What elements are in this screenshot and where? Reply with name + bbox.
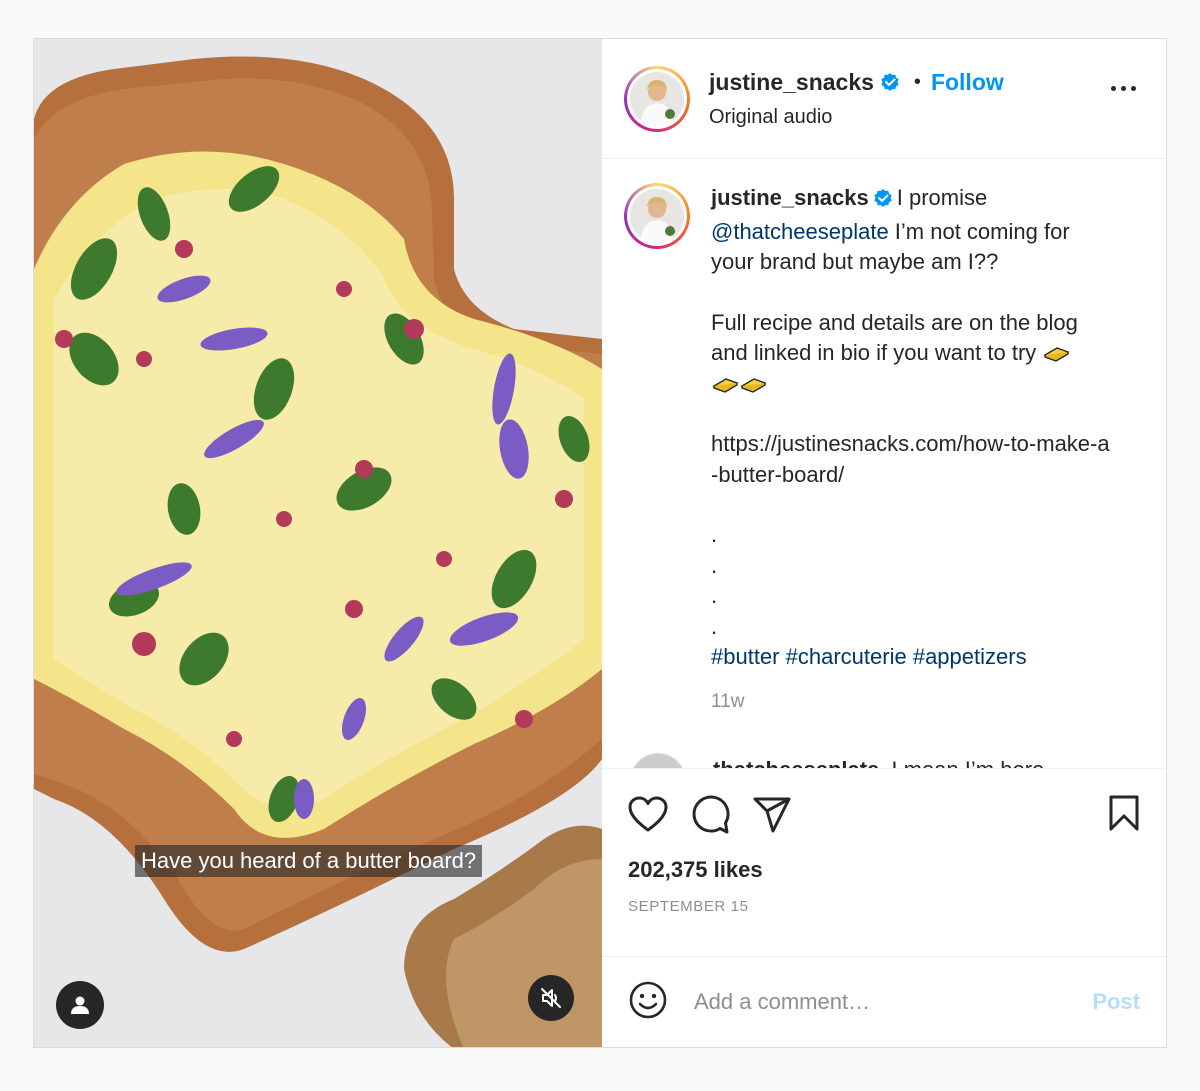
butter-emoji-icon [711,371,739,396]
user-tag-icon[interactable] [56,981,104,1029]
author-avatar[interactable] [624,65,690,132]
video-subtitle: Have you heard of a butter board? [135,845,483,877]
mute-button[interactable] [528,975,574,1021]
caption-dots: . . . . [711,522,718,639]
person-icon [71,996,89,1014]
verified-badge-icon [873,186,893,217]
bookmark-icon[interactable] [1108,795,1140,836]
post-date[interactable]: SEPTEMBER 15 [628,898,1144,915]
verified-badge-icon [880,72,900,92]
post-comment-button[interactable]: Post [1092,989,1140,1015]
post-caption: justine_snacks I promise @thatcheeseplat… [624,183,1144,717]
avatar-photo [630,189,684,243]
comment-text: I mean I’m here [891,757,1044,768]
more-options-icon[interactable] [1111,86,1136,91]
speaker-muted-icon [541,988,561,1008]
post-header: justine_snacks • Follow Original audio [602,39,1166,159]
comment-input[interactable] [692,988,1093,1016]
hashtag-link[interactable]: #butter [711,644,780,669]
comments-section[interactable]: justine_snacks I promise @thatcheeseplat… [602,159,1166,768]
caption-timestamp[interactable]: 11w [711,687,1111,718]
caption-text-1: I promise [896,185,988,210]
caption-link[interactable]: https://justinesnacks.com/how-to-make-a-… [711,429,1111,490]
post-card: Have you heard of a butter board? justin… [33,38,1167,1048]
hashtag-link[interactable]: #appetizers [913,644,1027,669]
likes-count[interactable]: 202,375 likes [628,857,1144,883]
emoji-smile-icon[interactable] [628,980,668,1025]
post-side-panel: justine_snacks • Follow Original audio j… [602,39,1166,1047]
audio-label[interactable]: Original audio [709,106,1004,129]
caption-mention[interactable]: @thatcheeseplate [711,219,889,244]
caption-hashtags: #butter #charcuterie #appetizers [711,642,1111,673]
butter-emoji-icon [1042,340,1071,365]
paper-plane-icon[interactable] [752,796,792,834]
avatar-photo [630,71,684,126]
action-bar: 202,375 likes SEPTEMBER 15 [602,768,1166,956]
follow-button[interactable]: Follow [931,69,1004,96]
commenter-username[interactable]: thatcheeseplate [713,757,879,768]
hashtag-link[interactable]: #charcuterie [786,644,907,669]
caption-username[interactable]: justine_snacks [711,185,869,210]
butter-board-image [34,39,602,1047]
header-separator: • [913,70,921,93]
commenter-avatar[interactable] [630,753,686,768]
add-comment-bar: Post [602,956,1166,1047]
butter-emoji-icon [739,371,767,396]
caption-text-3: Full recipe and details are on the blog … [711,309,1078,366]
post-video[interactable]: Have you heard of a butter board? [34,39,602,1047]
comment-item: thatcheeseplate I mean I’m here [624,751,1144,768]
comment-bubble-icon[interactable] [690,795,730,835]
caption-avatar[interactable] [624,183,690,249]
heart-icon[interactable] [628,796,668,834]
author-username[interactable]: justine_snacks [709,69,874,96]
